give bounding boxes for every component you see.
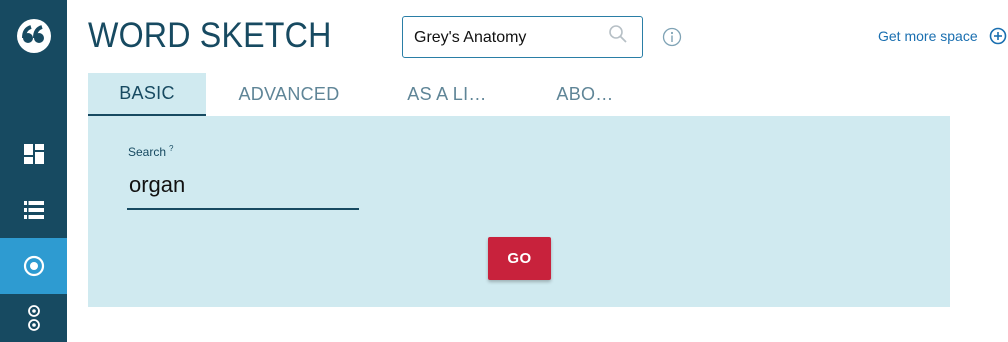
info-icon[interactable] (662, 27, 682, 47)
search-icon[interactable] (608, 24, 628, 44)
sidebar (0, 0, 67, 342)
search-input[interactable] (127, 168, 359, 210)
thesaurus-icon (27, 305, 40, 331)
sidebar-item-dashboard[interactable] (0, 126, 67, 182)
sidebar-logo[interactable] (0, 0, 67, 72)
tab-about[interactable]: ABO… (530, 73, 640, 116)
corpus-name: Grey's Anatomy (414, 29, 527, 46)
go-button[interactable]: GO (488, 237, 551, 280)
list-icon (23, 201, 44, 219)
dashboard-icon (23, 144, 44, 164)
get-more-space-link[interactable]: Get more space (878, 28, 978, 44)
sidebar-item-list[interactable] (0, 182, 67, 238)
search-label: Search? (128, 144, 173, 159)
tab-basic[interactable]: BASIC (88, 73, 206, 116)
sidebar-item-thesaurus[interactable] (0, 294, 67, 342)
logo-quote-icon (16, 19, 51, 53)
app-title: WORD SKETCH (88, 16, 332, 55)
search-label-text: Search (128, 145, 167, 159)
tab-as-a-list[interactable]: AS A LI… (372, 73, 522, 116)
help-marker[interactable]: ? (169, 144, 173, 153)
sidebar-item-word-sketch[interactable] (0, 238, 67, 294)
tab-advanced[interactable]: ADVANCED (214, 73, 364, 116)
corpus-selector[interactable]: Grey's Anatomy (402, 16, 643, 58)
plus-circle-icon[interactable] (989, 27, 1007, 45)
word-sketch-icon (23, 255, 44, 277)
